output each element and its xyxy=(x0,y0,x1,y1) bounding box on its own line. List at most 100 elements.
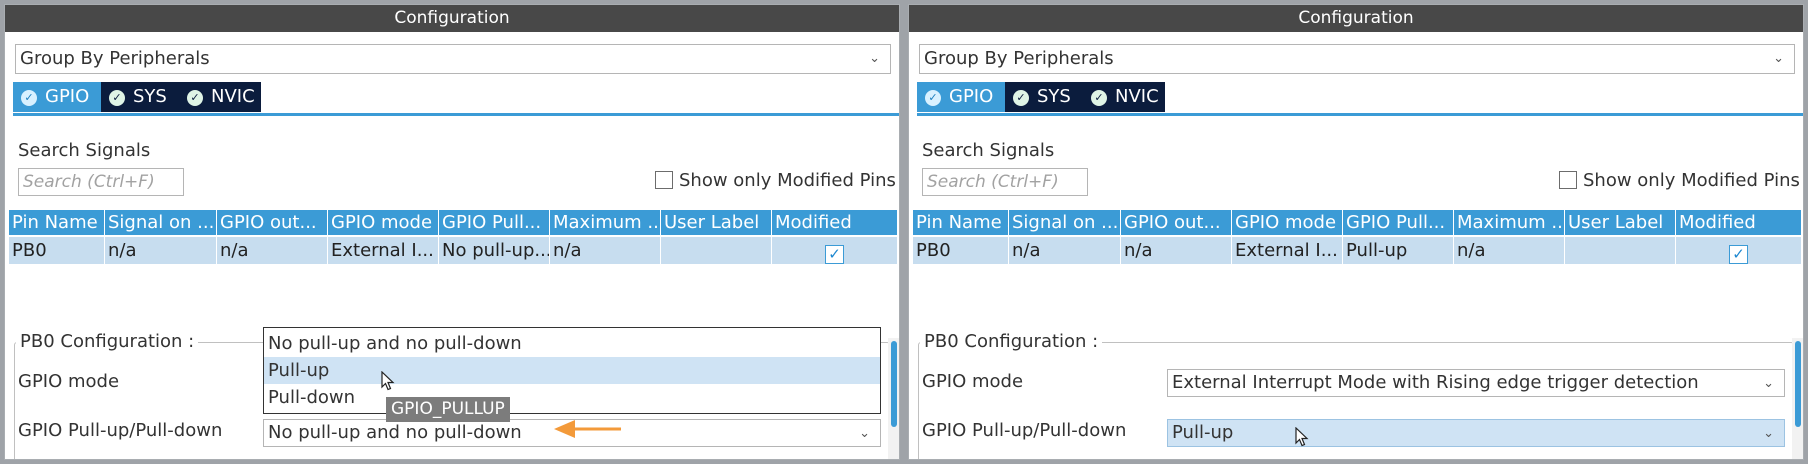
peripheral-tabs: ✓ GPIO ✓ SYS ✓ NVIC xyxy=(917,82,1803,116)
tab-label: GPIO xyxy=(949,86,994,107)
tooltip: GPIO_PULLUP xyxy=(386,397,510,422)
chevron-down-icon: ⌄ xyxy=(869,51,880,66)
pin-configuration-legend: PB0 Configuration : xyxy=(16,331,199,352)
search-signals-label: Search Signals xyxy=(922,140,1055,161)
dropdown-option-pull-down[interactable]: Pull-down xyxy=(264,384,880,411)
column-header[interactable]: GPIO mode xyxy=(1232,210,1343,235)
cell-signal: n/a xyxy=(1009,237,1121,264)
show-modified-label: Show only Modified Pins xyxy=(1583,170,1800,191)
gpio-pull-value: Pull-up xyxy=(1172,422,1234,443)
column-header[interactable]: GPIO out... xyxy=(217,210,328,235)
table-row[interactable]: PB0 n/a n/a External I... Pull-up n/a ✓ xyxy=(913,237,1801,264)
column-header[interactable]: Pin Name▲ xyxy=(913,210,1009,235)
modified-check-icon: ✓ xyxy=(1729,245,1748,264)
tab-label: SYS xyxy=(133,86,167,107)
annotation-arrow-icon xyxy=(554,420,621,438)
column-header[interactable]: GPIO Pull... xyxy=(439,210,550,235)
group-by-select[interactable]: Group By Peripherals ⌄ xyxy=(919,44,1795,74)
column-header[interactable]: User Label xyxy=(661,210,772,235)
mouse-cursor-icon xyxy=(381,371,395,391)
dropdown-option-pull-up[interactable]: Pull-up xyxy=(264,357,880,384)
chevron-down-icon: ⌄ xyxy=(1763,426,1774,441)
column-label: Pin Name xyxy=(12,212,98,233)
tab-label: SYS xyxy=(1037,86,1071,107)
check-circle-icon: ✓ xyxy=(925,90,941,106)
show-modified-toggle[interactable]: Show only Modified Pins xyxy=(1559,170,1800,191)
cell-gpio-output: n/a xyxy=(1121,237,1232,264)
check-circle-icon: ✓ xyxy=(109,90,125,106)
gpio-pull-combo[interactable]: Pull-up ⌄ xyxy=(1167,419,1785,447)
column-label: Pin Name xyxy=(916,212,1002,233)
cell-max-speed: n/a xyxy=(550,237,661,264)
column-header[interactable]: GPIO Pull... xyxy=(1343,210,1454,235)
configuration-panel-right: Configuration Group By Peripherals ⌄ ✓ GP… xyxy=(908,4,1804,460)
column-header[interactable]: Maximum ... xyxy=(550,210,661,235)
gpio-mode-label: GPIO mode xyxy=(922,371,1024,392)
column-header[interactable]: Pin Name▲ xyxy=(9,210,105,235)
gpio-mode-label: GPIO mode xyxy=(18,371,120,392)
config-scrollbar-thumb[interactable] xyxy=(891,341,897,427)
gpio-pull-dropdown-list: No pull-up and no pull-down Pull-up Pull… xyxy=(263,327,881,414)
tab-label: NVIC xyxy=(1115,86,1159,107)
pin-table-header: Pin Name▲ Signal on ... GPIO out... GPIO… xyxy=(913,210,1801,235)
tab-label: GPIO xyxy=(45,86,90,107)
search-input[interactable]: Search (Ctrl+F) xyxy=(18,168,184,196)
pin-configuration-legend: PB0 Configuration : xyxy=(920,331,1103,352)
cell-max-speed: n/a xyxy=(1454,237,1565,264)
gpio-pull-label: GPIO Pull-up/Pull-down xyxy=(18,420,223,441)
column-header[interactable]: Signal on ... xyxy=(1009,210,1121,235)
tab-sys[interactable]: ✓ SYS xyxy=(1005,82,1083,112)
panel-title: Configuration xyxy=(5,5,899,32)
panel-title: Configuration xyxy=(909,5,1803,32)
tab-nvic[interactable]: ✓ NVIC xyxy=(1083,82,1165,112)
pin-table-header: Pin Name▲ Signal on ... GPIO out... GPIO… xyxy=(9,210,897,235)
gpio-pull-value: No pull-up and no pull-down xyxy=(268,422,522,443)
cell-gpio-mode: External I... xyxy=(1232,237,1343,264)
column-header[interactable]: GPIO out... xyxy=(1121,210,1232,235)
cell-modified: ✓ xyxy=(772,237,897,264)
mouse-cursor-icon xyxy=(1295,427,1309,447)
column-header[interactable]: GPIO mode xyxy=(328,210,439,235)
table-row[interactable]: PB0 n/a n/a External I... No pull-up... … xyxy=(9,237,897,264)
tab-gpio[interactable]: ✓ GPIO xyxy=(917,82,1005,112)
search-signals-label: Search Signals xyxy=(18,140,151,161)
tab-label: NVIC xyxy=(211,86,255,107)
group-by-value: Group By Peripherals xyxy=(20,48,210,69)
check-circle-icon: ✓ xyxy=(1013,90,1029,106)
show-modified-checkbox[interactable] xyxy=(655,171,673,189)
column-header[interactable]: Modified xyxy=(1676,210,1801,235)
check-circle-icon: ✓ xyxy=(1091,90,1107,106)
show-modified-checkbox[interactable] xyxy=(1559,171,1577,189)
gpio-pull-label: GPIO Pull-up/Pull-down xyxy=(922,420,1127,441)
column-header[interactable]: Modified xyxy=(772,210,897,235)
gpio-mode-combo[interactable]: External Interrupt Mode with Rising edge… xyxy=(1167,369,1785,397)
dropdown-option-no-pull[interactable]: No pull-up and no pull-down xyxy=(264,330,880,357)
configuration-panel-left: Configuration Group By Peripherals ⌄ ✓ GP… xyxy=(4,4,900,460)
check-circle-icon: ✓ xyxy=(21,90,37,106)
modified-check-icon: ✓ xyxy=(825,245,844,264)
cell-gpio-output: n/a xyxy=(217,237,328,264)
chevron-down-icon: ⌄ xyxy=(1763,376,1774,391)
tab-gpio[interactable]: ✓ GPIO xyxy=(13,82,101,112)
show-modified-label: Show only Modified Pins xyxy=(679,170,896,191)
tab-nvic[interactable]: ✓ NVIC xyxy=(179,82,261,112)
cell-gpio-pull: Pull-up xyxy=(1343,237,1454,264)
chevron-down-icon: ⌄ xyxy=(859,426,870,441)
group-by-select[interactable]: Group By Peripherals ⌄ xyxy=(15,44,891,74)
column-header[interactable]: User Label xyxy=(1565,210,1676,235)
cell-modified: ✓ xyxy=(1676,237,1801,264)
column-header[interactable]: Signal on ... xyxy=(105,210,217,235)
gpio-mode-value: External Interrupt Mode with Rising edge… xyxy=(1172,372,1699,393)
check-circle-icon: ✓ xyxy=(187,90,203,106)
group-by-value: Group By Peripherals xyxy=(924,48,1114,69)
config-scrollbar-thumb[interactable] xyxy=(1795,341,1801,427)
tab-sys[interactable]: ✓ SYS xyxy=(101,82,179,112)
show-modified-toggle[interactable]: Show only Modified Pins xyxy=(655,170,896,191)
column-header[interactable]: Maximum ... xyxy=(1454,210,1565,235)
cell-user-label xyxy=(661,237,772,264)
cell-pin-name: PB0 xyxy=(9,237,105,264)
cell-user-label xyxy=(1565,237,1676,264)
cell-gpio-pull: No pull-up... xyxy=(439,237,550,264)
cell-gpio-mode: External I... xyxy=(328,237,439,264)
search-input[interactable]: Search (Ctrl+F) xyxy=(922,168,1088,196)
